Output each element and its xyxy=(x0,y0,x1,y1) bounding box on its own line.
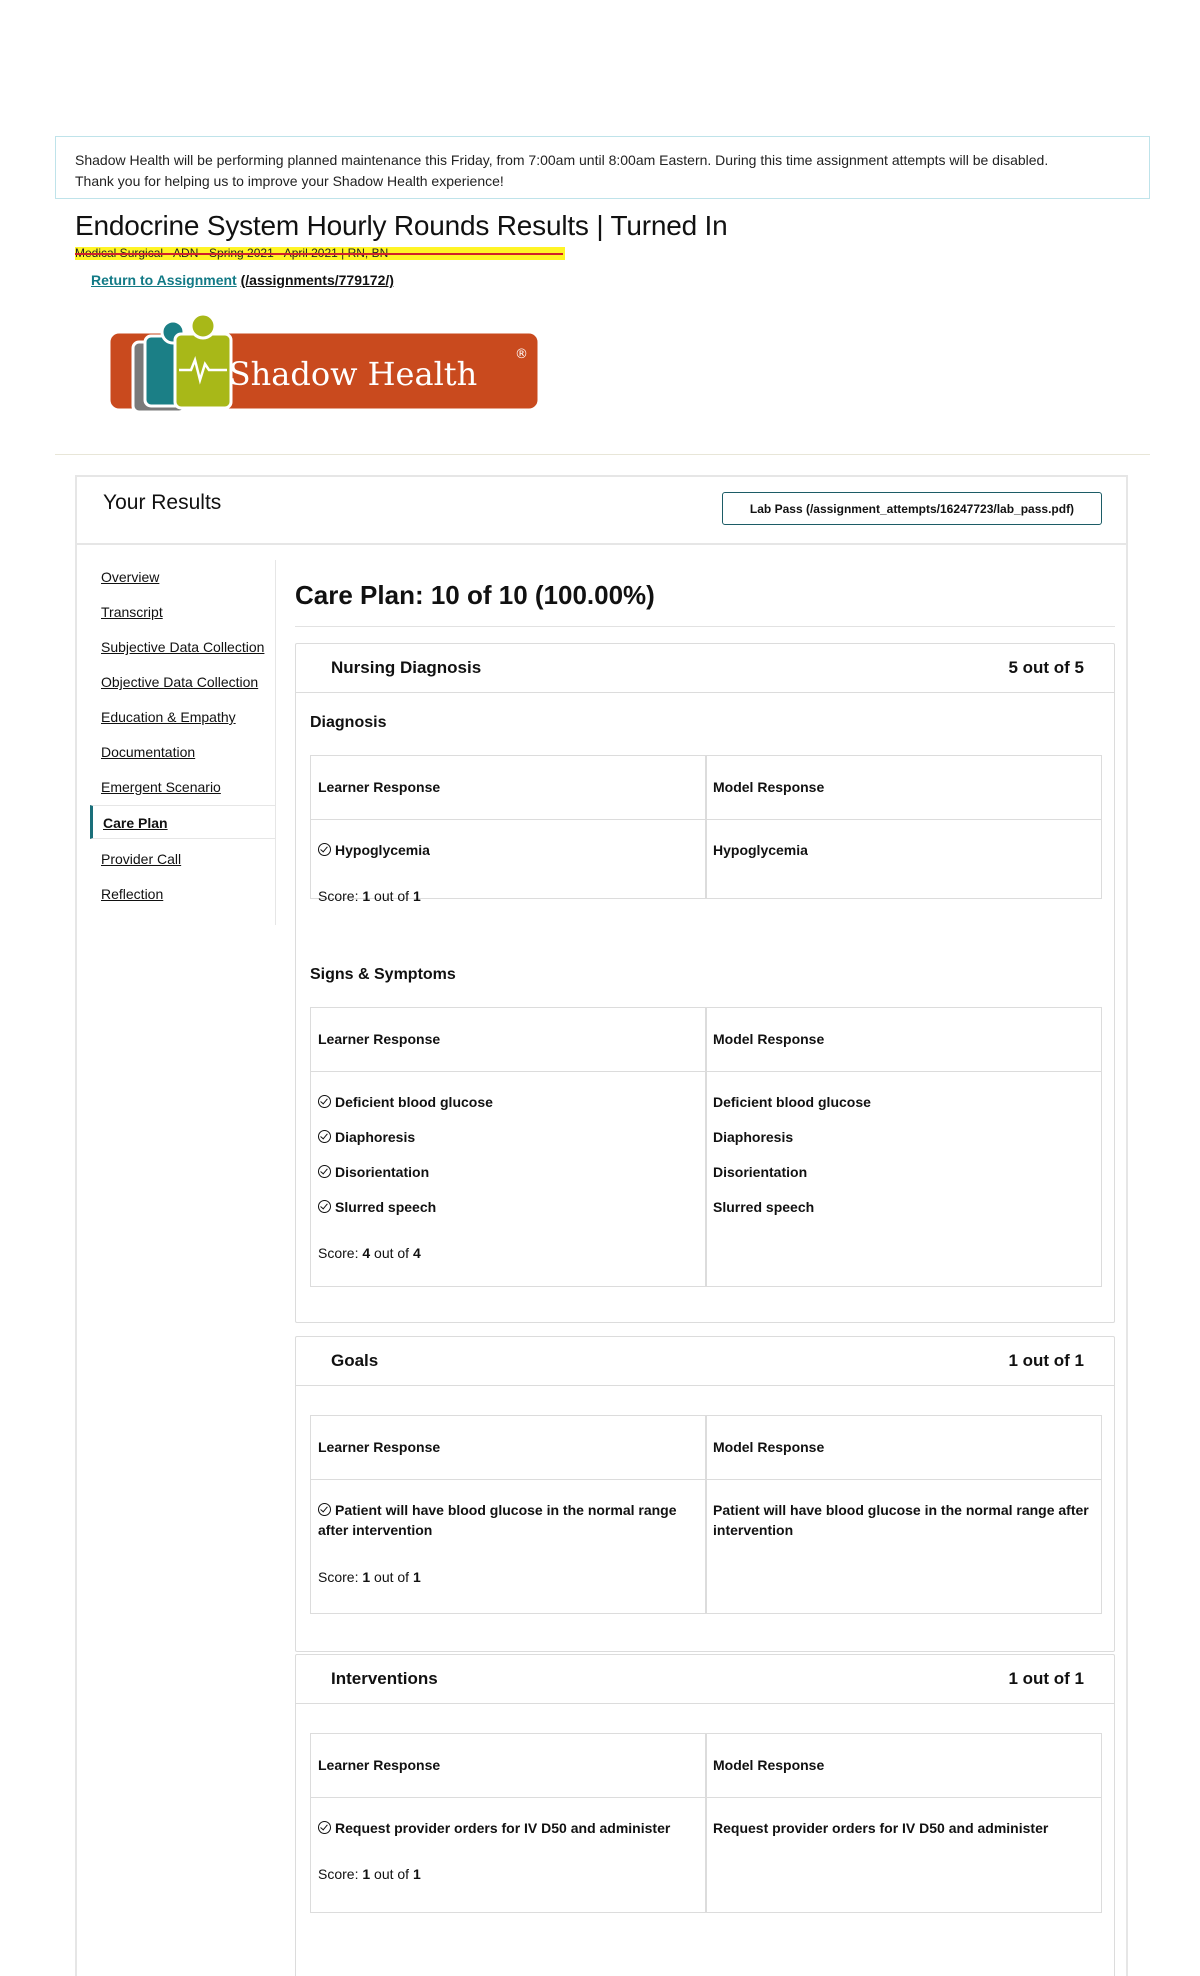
model-header: Model Response xyxy=(713,1757,825,1773)
diagnosis-subtitle: Diagnosis xyxy=(310,714,387,731)
item-score: Score: 1 out of 1 xyxy=(318,888,421,904)
learner-header: Learner Response xyxy=(318,1439,441,1455)
model-header: Model Response xyxy=(713,1439,825,1455)
logo-registered: ® xyxy=(515,347,528,362)
return-link-text[interactable]: Return to Assignment xyxy=(91,272,237,288)
panel-name: Nursing Diagnosis xyxy=(331,658,482,677)
table-header: Learner Response Model Response xyxy=(311,1734,1101,1798)
lab-pass-button[interactable]: Lab Pass (/assignment_attempts/16247723/… xyxy=(722,492,1102,525)
learner-item: Hypoglycemia xyxy=(318,840,698,860)
model-item: Disorientation xyxy=(713,1164,808,1180)
table-header: Learner Response Model Response xyxy=(311,756,1101,820)
goals-panel: Goals 1 out of 1 Learner Response Model … xyxy=(295,1336,1115,1652)
signs-table: Learner Response Model Response Deficien… xyxy=(310,1007,1102,1287)
learner-item: Slurred speech xyxy=(318,1197,698,1217)
sidebar-item-emergent[interactable]: Emergent Scenario xyxy=(90,770,276,804)
care-plan-title: Care Plan: 10 of 10 (100.00%) xyxy=(295,580,655,610)
model-item: Patient will have blood glucose in the n… xyxy=(713,1502,1089,1538)
model-item: Diaphoresis xyxy=(713,1129,794,1145)
notice-line-2: Thank you for helping us to improve your… xyxy=(75,173,504,189)
sidebar-item-objective[interactable]: Objective Data Collection xyxy=(90,665,276,699)
results-sidebar: Overview Transcript Subjective Data Coll… xyxy=(90,560,276,925)
notice-line-1: Shadow Health will be performing planned… xyxy=(75,152,1049,168)
learner-header: Learner Response xyxy=(318,1031,441,1047)
return-link-path[interactable]: (/assignments/779172/) xyxy=(241,272,394,288)
interventions-table: Learner Response Model Response Request … xyxy=(310,1733,1102,1913)
learner-header: Learner Response xyxy=(318,1757,441,1773)
panel-header: Goals 1 out of 1 xyxy=(296,1337,1114,1386)
sidebar-item-reflection[interactable]: Reflection xyxy=(90,877,276,911)
sidebar-item-care-plan[interactable]: Care Plan xyxy=(90,805,276,839)
model-header: Model Response xyxy=(713,1031,825,1047)
panel-header: Nursing Diagnosis 5 out of 5 xyxy=(296,644,1114,693)
model-item: Hypoglycemia xyxy=(713,842,808,858)
model-item: Slurred speech xyxy=(713,1199,815,1215)
return-to-assignment-link[interactable]: Return to Assignment (/assignments/77917… xyxy=(91,272,394,288)
panel-score: 1 out of 1 xyxy=(1008,1351,1084,1370)
results-header: Your Results Lab Pass (/assignment_attem… xyxy=(75,475,1128,545)
learner-item: Deficient blood glucose xyxy=(318,1092,698,1112)
diagnosis-table: Learner Response Model Response Hypoglyc… xyxy=(310,755,1102,904)
signs-subtitle: Signs & Symptoms xyxy=(310,966,456,983)
shadow-health-logo: Shadow Health ® xyxy=(103,312,543,432)
divider xyxy=(295,626,1115,627)
sidebar-item-documentation[interactable]: Documentation xyxy=(90,735,276,769)
sidebar-item-transcript[interactable]: Transcript xyxy=(90,595,276,629)
model-item: Request provider orders for IV D50 and a… xyxy=(713,1820,1049,1836)
learner-item: Diaphoresis xyxy=(318,1127,698,1147)
page-title: Endocrine System Hourly Rounds Results |… xyxy=(75,210,728,241)
panel-header: Interventions 1 out of 1 xyxy=(296,1655,1114,1704)
sidebar-item-education[interactable]: Education & Empathy xyxy=(90,700,276,734)
maintenance-notice: Shadow Health will be performing planned… xyxy=(55,136,1150,199)
check-circle-icon xyxy=(318,1130,331,1143)
check-circle-icon xyxy=(318,843,331,856)
strike-mark xyxy=(75,253,563,255)
model-header: Model Response xyxy=(713,779,825,795)
shadow-health-logo-icon: Shadow Health ® xyxy=(107,312,541,414)
learner-item: Patient will have blood glucose in the n… xyxy=(318,1502,677,1538)
logo-text: Shadow Health xyxy=(229,355,478,393)
item-score: Score: 1 out of 1 xyxy=(318,1866,421,1882)
check-circle-icon xyxy=(318,1095,331,1108)
model-item: Deficient blood glucose xyxy=(713,1094,871,1110)
panel-name: Interventions xyxy=(331,1669,438,1688)
sidebar-item-subjective[interactable]: Subjective Data Collection xyxy=(90,630,276,664)
learner-item: Request provider orders for IV D50 and a… xyxy=(318,1818,698,1838)
learner-item: Disorientation xyxy=(318,1162,698,1182)
check-circle-icon xyxy=(318,1165,331,1178)
table-header: Learner Response Model Response xyxy=(311,1008,1101,1072)
item-score: Score: 1 out of 1 xyxy=(318,1569,421,1585)
check-circle-icon xyxy=(318,1200,331,1213)
table-header: Learner Response Model Response xyxy=(311,1416,1101,1480)
item-score: Score: 4 out of 4 xyxy=(318,1245,421,1261)
panel-name: Goals xyxy=(331,1351,379,1370)
nursing-diagnosis-panel: Nursing Diagnosis 5 out of 5 Diagnosis L… xyxy=(295,643,1115,1323)
check-circle-icon xyxy=(318,1503,331,1516)
goals-table: Learner Response Model Response Patient … xyxy=(310,1415,1102,1614)
panel-score: 1 out of 1 xyxy=(1008,1669,1084,1688)
sidebar-item-provider-call[interactable]: Provider Call xyxy=(90,842,276,876)
divider xyxy=(55,454,1150,455)
panel-score: 5 out of 5 xyxy=(1008,658,1084,677)
results-title: Your Results xyxy=(103,491,222,514)
interventions-panel: Interventions 1 out of 1 Learner Respons… xyxy=(295,1654,1115,1976)
sidebar-item-overview[interactable]: Overview xyxy=(90,560,276,594)
learner-header: Learner Response xyxy=(318,779,441,795)
check-circle-icon xyxy=(318,1821,331,1834)
